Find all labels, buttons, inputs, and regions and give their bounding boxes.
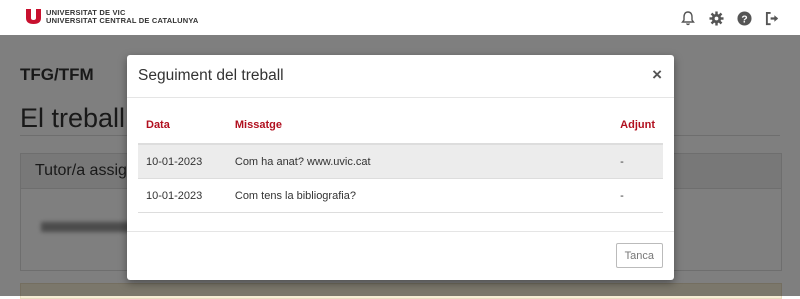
svg-text:?: ? bbox=[741, 14, 747, 25]
bell-icon[interactable] bbox=[680, 10, 696, 26]
modal-title: Seguiment del treball bbox=[138, 67, 284, 84]
column-header-date: Data bbox=[138, 107, 227, 145]
close-icon[interactable]: × bbox=[652, 65, 662, 85]
column-header-attachment: Adjunt bbox=[612, 107, 663, 145]
gear-icon[interactable] bbox=[708, 10, 724, 26]
university-name: UNIVERSITAT DE VIC UNIVERSITAT CENTRAL D… bbox=[46, 9, 199, 25]
modal-body: Data Missatge Adjunt 10-01-2023 Com ha a… bbox=[138, 107, 663, 213]
row-attachment: - bbox=[612, 178, 663, 213]
column-header-message: Missatge bbox=[226, 107, 613, 145]
top-bar: UNIVERSITAT DE VIC UNIVERSITAT CENTRAL D… bbox=[0, 0, 800, 35]
row-attachment: - bbox=[612, 144, 663, 179]
help-icon[interactable]: ? bbox=[736, 10, 752, 26]
table-header-row: Data Missatge Adjunt bbox=[138, 107, 663, 145]
modal-header: Seguiment del treball × bbox=[127, 55, 674, 98]
row-date: 10-01-2023 bbox=[138, 178, 227, 213]
messages-table: Data Missatge Adjunt 10-01-2023 Com ha a… bbox=[138, 107, 663, 213]
logo-line-2: UNIVERSITAT CENTRAL DE CATALUNYA bbox=[46, 16, 199, 25]
row-date: 10-01-2023 bbox=[138, 144, 227, 179]
close-button[interactable]: Tanca bbox=[615, 243, 663, 268]
logout-icon[interactable] bbox=[764, 10, 780, 26]
row-message: Com ha anat? www.uvic.cat bbox=[226, 144, 613, 179]
modal-footer: Tanca bbox=[127, 231, 674, 281]
table-row: 10-01-2023 Com ha anat? www.uvic.cat - bbox=[138, 144, 663, 179]
table-row: 10-01-2023 Com tens la bibliografia? - bbox=[138, 178, 663, 213]
uvic-logo-icon bbox=[26, 9, 41, 24]
tracking-modal: Seguiment del treball × Data Missatge Ad… bbox=[127, 55, 674, 280]
top-icons: ? bbox=[680, 10, 780, 26]
row-message: Com tens la bibliografia? bbox=[226, 178, 613, 213]
